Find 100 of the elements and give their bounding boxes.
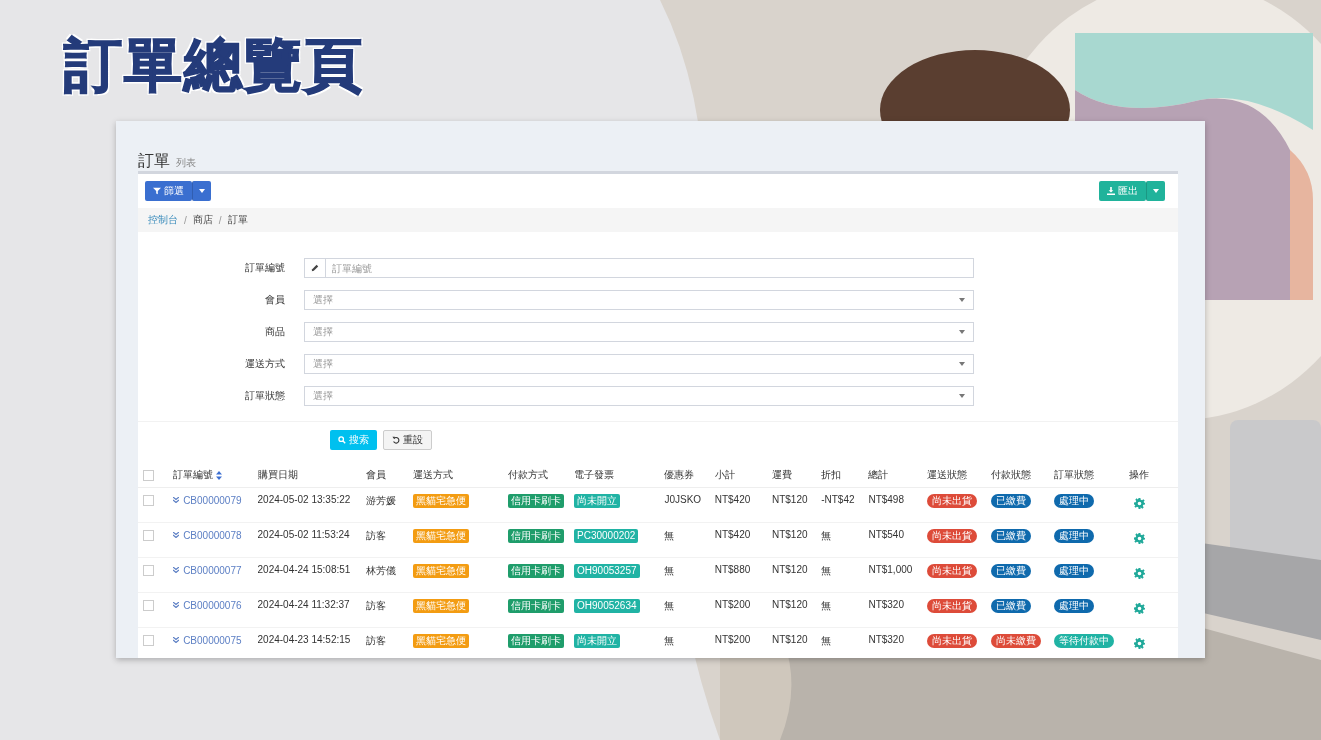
status-badge: 等待付款中	[1054, 634, 1115, 648]
column-header: 購買日期	[257, 469, 298, 480]
breadcrumb-link[interactable]: 控制台	[148, 213, 178, 227]
slide-title: 訂單總覽頁	[64, 30, 365, 100]
column-header: 運送狀態	[926, 469, 967, 480]
field-label: 訂單狀態	[244, 389, 286, 403]
search-icon	[338, 436, 346, 444]
settings-icon[interactable]	[1133, 638, 1145, 649]
column-header: 會員	[366, 469, 387, 480]
status-badge: 處理中	[1054, 564, 1095, 578]
table-cell: 無	[821, 565, 832, 576]
status-badge: 尚未出貨	[926, 494, 977, 508]
table-cell: 2024-04-24 15:08:51	[257, 564, 351, 575]
tag: 黑貓宅急便	[413, 634, 470, 648]
column-header: 付款狀態	[990, 469, 1031, 480]
table-cell: 無	[664, 530, 675, 541]
checkbox[interactable]	[143, 494, 154, 506]
column-header: 運費	[771, 469, 792, 480]
sort-icon[interactable]	[216, 470, 223, 480]
order-link[interactable]: CB00000076	[183, 599, 242, 611]
field-label: 運送方式	[244, 357, 286, 371]
expand-icon[interactable]	[173, 497, 180, 503]
select-field[interactable]: 選擇	[304, 386, 974, 406]
settings-icon[interactable]	[1133, 603, 1145, 614]
select-field[interactable]: 選擇	[304, 354, 974, 374]
field-label: 訂單編號	[244, 261, 286, 275]
table-cell: 2024-05-02 11:53:24	[257, 529, 350, 540]
status-badge: 已繳費	[990, 494, 1031, 508]
search-button[interactable]: 搜索	[330, 430, 377, 450]
checkbox[interactable]	[143, 599, 154, 611]
checkbox[interactable]	[143, 564, 154, 576]
tag: 信用卡刷卡	[507, 494, 564, 508]
tag: 信用卡刷卡	[507, 529, 564, 543]
caret-icon	[199, 189, 205, 193]
status-badge: 尚未出貨	[926, 564, 977, 578]
caret-icon	[1153, 189, 1159, 193]
caret-icon	[959, 362, 965, 366]
settings-icon[interactable]	[1133, 498, 1145, 509]
table-cell: NT$320	[868, 634, 904, 645]
tag: 信用卡刷卡	[507, 564, 564, 578]
filter-icon	[153, 187, 161, 195]
table-cell: NT$120	[771, 529, 808, 540]
column-header: 電子發票	[574, 469, 615, 480]
table-cell: NT$200	[714, 634, 751, 645]
expand-icon[interactable]	[173, 567, 180, 573]
table-cell: 無	[821, 635, 832, 646]
table-cell: J0JSKO	[664, 494, 702, 505]
table-cell: 2024-04-23 14:52:15	[257, 634, 351, 645]
column-header: 折扣	[821, 469, 842, 480]
breadcrumb-separator: /	[184, 214, 187, 226]
expand-icon[interactable]	[173, 602, 180, 608]
table-cell: NT$120	[771, 634, 808, 645]
order-link[interactable]: CB00000075	[183, 634, 242, 646]
export-button[interactable]: 匯出	[1099, 181, 1146, 201]
tag: 尚未開立	[574, 494, 621, 508]
tag: 黑貓宅急便	[413, 564, 470, 578]
status-badge: 處理中	[1054, 494, 1095, 508]
checkbox[interactable]	[143, 529, 154, 541]
table-cell: NT$120	[771, 564, 808, 575]
table-cell: 2024-05-02 13:35:22	[257, 494, 351, 505]
table-cell: NT$420	[714, 494, 751, 505]
expand-icon[interactable]	[173, 532, 180, 538]
select-field[interactable]: 選擇	[304, 322, 974, 342]
caret-icon	[959, 298, 965, 302]
dropdown-button[interactable]	[1146, 181, 1165, 201]
select-field[interactable]: 選擇	[304, 290, 974, 310]
table-cell: NT$200	[714, 599, 751, 610]
tag: 黑貓宅急便	[413, 494, 470, 508]
dropdown-button[interactable]	[192, 181, 211, 201]
status-badge: 處理中	[1054, 529, 1095, 543]
order-number-field[interactable]: 訂單編號	[304, 258, 974, 278]
column-header: 操作	[1128, 469, 1149, 480]
order-link[interactable]: CB00000078	[183, 529, 242, 541]
checkbox[interactable]	[143, 634, 154, 646]
column-header: 小計	[714, 469, 735, 480]
breadcrumb-item: 訂單	[227, 213, 248, 227]
table-cell: -NT$42	[821, 494, 855, 505]
status-badge: 尚未出貨	[926, 634, 977, 648]
tag: 信用卡刷卡	[507, 599, 564, 613]
column-header: 訂單狀態	[1054, 469, 1095, 480]
expand-icon[interactable]	[173, 637, 180, 643]
table-cell: 無	[821, 530, 832, 541]
tag: 信用卡刷卡	[507, 634, 564, 648]
tag: 黑貓宅急便	[413, 599, 470, 613]
table-cell: 訪客	[366, 600, 387, 611]
table-cell: NT$498	[868, 494, 904, 505]
filter-button[interactable]: 篩選	[145, 181, 192, 201]
table-cell: 無	[664, 565, 675, 576]
status-badge: 尚未繳費	[990, 634, 1041, 648]
order-link[interactable]: CB00000079	[183, 494, 242, 506]
settings-icon[interactable]	[1133, 533, 1145, 544]
settings-icon[interactable]	[1133, 568, 1145, 579]
column-header: 運送方式	[413, 469, 454, 480]
pencil-icon	[311, 264, 319, 272]
table-cell: 無	[664, 600, 675, 611]
undo-icon	[392, 436, 400, 444]
order-link[interactable]: CB00000077	[183, 564, 242, 576]
table-cell: 無	[664, 635, 675, 646]
checkbox[interactable]	[143, 469, 154, 481]
reset-button[interactable]: 重設	[383, 430, 432, 450]
